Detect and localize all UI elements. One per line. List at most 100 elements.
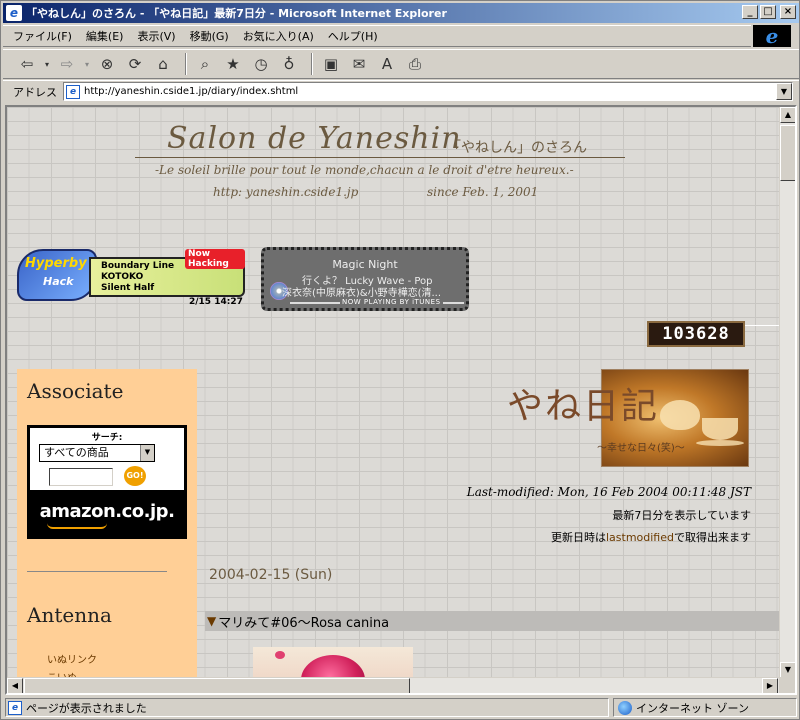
amazon-search-label: サーチ: [91,433,123,443]
back-dropdown-icon[interactable]: ▾ [43,53,51,75]
site-since: since Feb. 1, 2001 [427,185,539,199]
address-label: アドレス [13,85,57,99]
maximize-button[interactable]: □ [760,5,776,19]
horizontal-scroll-thumb[interactable] [24,678,410,693]
petal-shape [275,651,285,659]
now-playing-banner[interactable]: Magic Night 行くよ？ Lucky Wave - Pop 深衣奈(中原… [261,247,469,311]
access-counter: 103628 [647,321,745,347]
history-icon[interactable]: ◷ [249,53,273,75]
update-suffix: で取得出来ます [674,531,751,544]
title-divider [135,157,625,158]
entry-image [253,647,413,679]
address-url[interactable]: http://yaneshin.cside1.jp/diary/index.sh… [84,86,298,97]
amazon-category-select[interactable]: すべての商品 ▼ [39,444,155,462]
menu-bar: ファイル(F) 編集(E) 表示(V) 移動(G) お気に入り(A) ヘルプ(H… [3,25,751,47]
ie-logo-icon: e [753,24,791,48]
fullscreen-icon[interactable]: ▣ [319,53,343,75]
site-url: http: yaneshin.cside1.jp [213,185,359,199]
site-subtitle: 「やねしん」のさろん [447,140,587,156]
scroll-left-icon[interactable]: ◀ [7,678,23,693]
menu-help[interactable]: ヘルプ(H) [328,28,378,44]
globe-icon [618,700,632,715]
associate-heading: Associate [27,379,124,403]
menu-view[interactable]: 表示(V) [137,28,175,44]
search-icon[interactable]: ⌕ [193,53,217,75]
refresh-icon[interactable]: ⟳ [123,53,147,75]
diary-tagline: 〜幸せな日々(笑)〜 [597,443,685,454]
vertical-scroll-thumb[interactable] [780,125,795,181]
channels-icon[interactable]: ♁ [277,53,301,75]
browser-window: e 「やねしん」のさろん - 「やね日記」最新7日分 - Microsoft I… [0,0,800,720]
now-playing-artist: 深衣奈(中原麻衣)&小野寺樺恋(清... [282,288,442,299]
print-icon[interactable]: ⎙ [403,53,427,75]
showing-notice: 最新7日分を表示しています [612,509,751,522]
scroll-right-icon[interactable]: ▶ [762,678,778,693]
diary-title: やね日記 [507,386,660,427]
menu-edit[interactable]: 編集(E) [86,28,124,44]
teacup-shape [702,418,738,440]
forward-icon[interactable]: ⇨ [55,53,79,75]
zone-text: インターネット ゾーン [636,701,749,715]
favorites-icon[interactable]: ★ [221,53,245,75]
chevron-down-icon[interactable]: ▼ [140,445,154,461]
amazon-search-widget: サーチ: すべての商品 ▼ GO! amazon.co.jp. [27,425,187,539]
hyperby-line: KOTOKO [101,272,144,282]
status-bar: e ページが表示されました インターネット ゾーン [3,698,799,718]
entry-date: 2004-02-15 (Sun) [209,567,333,583]
scroll-up-icon[interactable]: ▲ [780,107,795,123]
hyperby-banner[interactable]: Hyperby Hack Boundary Line KOTOKO Silent… [17,247,245,307]
page-viewport: Salon de Yaneshin 「やねしん」のさろん -Le soleil … [5,105,797,695]
scroll-corner [779,677,795,693]
ie-icon: e [6,5,22,21]
site-motto: -Le soleil brille pour tout le monde,cha… [155,163,574,177]
address-bar: アドレス e http://yaneshin.cside1.jp/diary/i… [3,80,799,102]
lastmodified-link[interactable]: lastmodified [606,531,674,544]
horizontal-scrollbar[interactable]: ◀ ▶ [7,677,779,693]
status-text: ページが表示されました [26,701,147,715]
toolbar-divider [185,53,187,75]
amazon-go-button[interactable]: GO! [124,466,146,486]
rose-shape [301,655,365,679]
address-dropdown-icon[interactable]: ▼ [776,83,792,100]
hyperby-logo: Hyperby Hack [17,249,97,301]
now-hacking-badge: Now Hacking [185,249,245,269]
counter-divider [745,325,779,326]
close-button[interactable]: × [780,5,796,19]
home-icon[interactable]: ⌂ [151,53,175,75]
triangle-down-icon: ▼ [207,614,217,628]
address-field[interactable]: e http://yaneshin.cside1.jp/diary/index.… [63,82,793,101]
page-icon: e [66,84,80,99]
scroll-down-icon[interactable]: ▼ [780,662,795,678]
page-status-icon: e [8,700,22,715]
hyperby-line: Silent Half [101,283,155,293]
amazon-search-input[interactable] [49,468,113,486]
site-title: Salon de Yaneshin [167,121,462,156]
sidebar-divider [27,571,167,572]
toolbar-divider [311,53,313,75]
last-modified: Last-modified: Mon, 16 Feb 2004 00:11:48… [466,485,751,499]
status-message: e ページが表示されました [5,698,609,717]
menu-go[interactable]: 移動(G) [190,28,229,44]
menu-file[interactable]: ファイル(F) [13,28,72,44]
font-icon[interactable]: A [375,53,399,75]
stop-icon[interactable]: ⊗ [95,53,119,75]
hyperby-logo-text: Hyperby [25,256,87,271]
vertical-scrollbar[interactable]: ▲ ▼ [779,107,795,679]
toolbar: ⇦ ▾ ⇨ ▾ ⊗ ⟳ ⌂ ⌕ ★ ◷ ♁ ▣ ✉ A ⎙ [3,49,799,79]
minimize-button[interactable]: _ [742,5,758,19]
amazon-smile-icon [47,523,107,529]
now-playing-label: NOW PLAYING BY iTUNES [340,298,443,306]
web-page: Salon de Yaneshin 「やねしん」のさろん -Le soleil … [7,107,779,679]
amazon-category-value: すべての商品 [44,446,109,459]
antenna-link[interactable]: いぬリンク [47,651,97,666]
security-zone: インターネット ゾーン [613,698,797,717]
mail-icon[interactable]: ✉ [347,53,371,75]
amazon-logo[interactable]: amazon.co.jp. [27,501,187,522]
back-icon[interactable]: ⇦ [15,53,39,75]
menu-favorites[interactable]: お気に入り(A) [243,28,314,44]
saucer-shape [696,440,744,446]
forward-dropdown-icon[interactable]: ▾ [83,53,91,75]
hyperby-time: 2/15 14:27 [189,297,243,307]
entry-title[interactable]: マリみて#06〜Rosa canina [218,612,389,631]
window-controls: _ □ × [742,5,796,19]
